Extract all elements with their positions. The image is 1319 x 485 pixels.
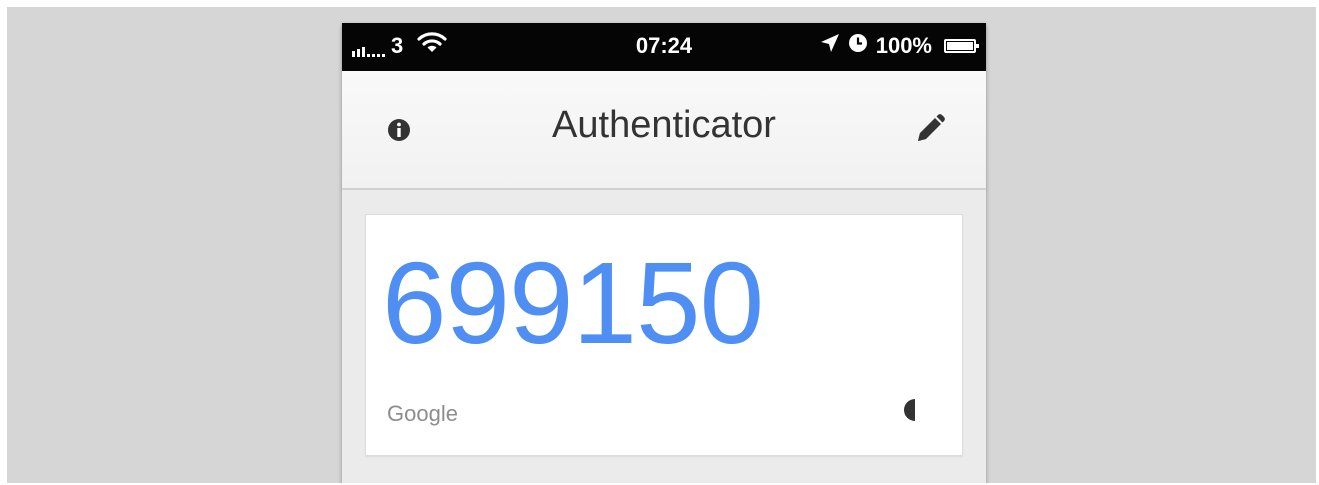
account-issuer: Google [387, 401, 458, 426]
page-title: Authenticator [552, 104, 776, 146]
otp-code[interactable]: 699150 [382, 243, 764, 363]
battery-icon [944, 39, 979, 53]
countdown-pie-icon [902, 397, 928, 423]
account-card[interactable]: 699150 Google [365, 214, 963, 456]
app-header: Authenticator [342, 71, 986, 190]
status-bar: 3 07:24 100% [342, 23, 986, 71]
screenshot-backdrop: 3 07:24 100% Authenticator 699150 Google [7, 7, 1316, 483]
status-bar-right: 100% [820, 33, 979, 59]
location-arrow-icon [820, 33, 840, 59]
alarm-clock-icon [848, 33, 868, 59]
phone-screen: 3 07:24 100% Authenticator 699150 Google [342, 23, 986, 483]
pencil-edit-icon[interactable] [910, 111, 948, 149]
battery-percent: 100% [875, 33, 932, 58]
